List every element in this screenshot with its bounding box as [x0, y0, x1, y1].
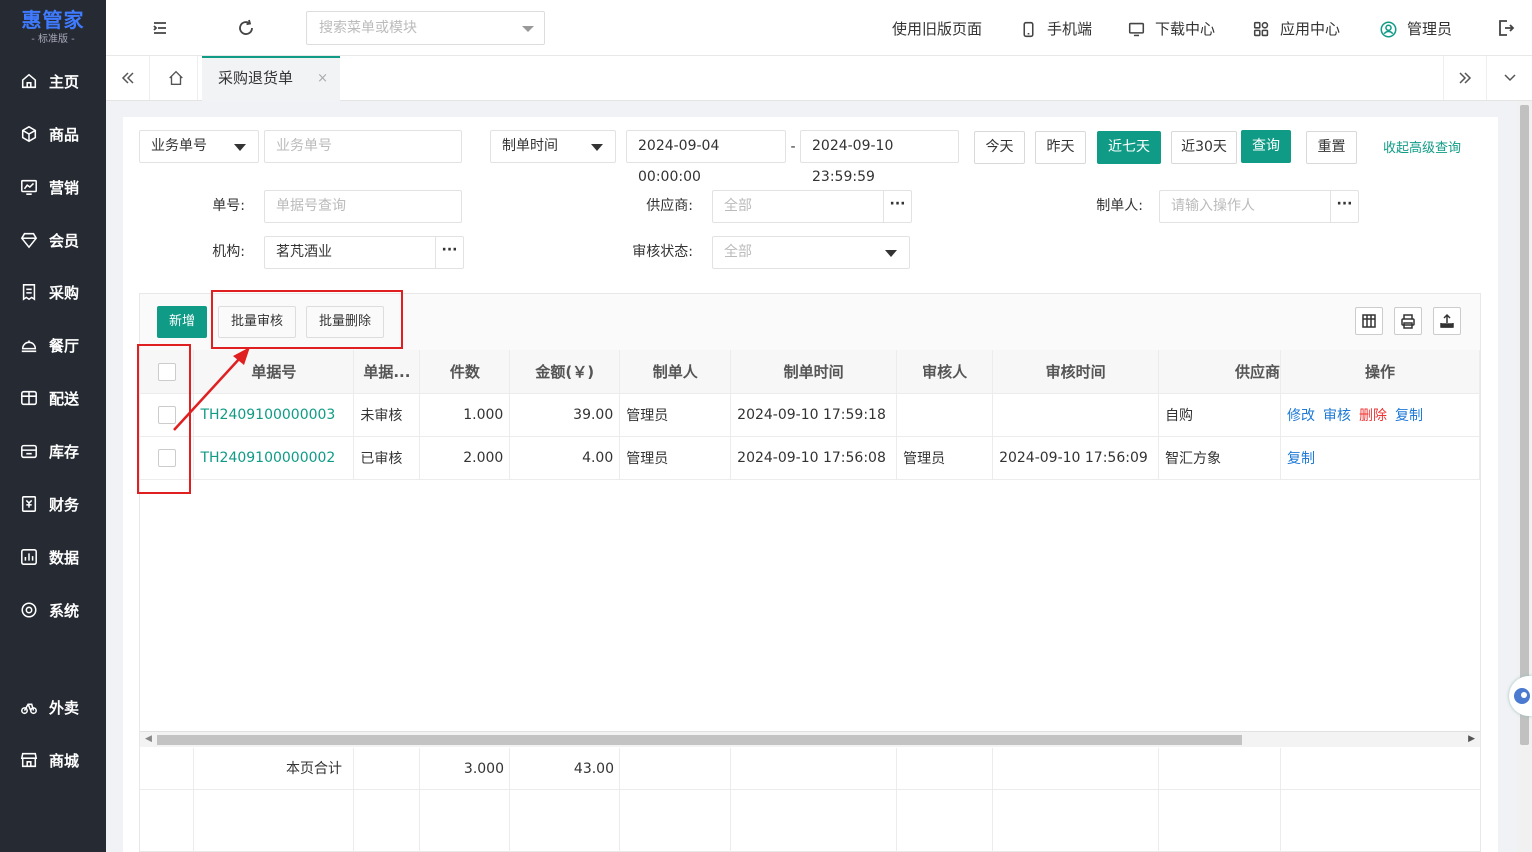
annotation-arrow-icon [173, 347, 250, 431]
